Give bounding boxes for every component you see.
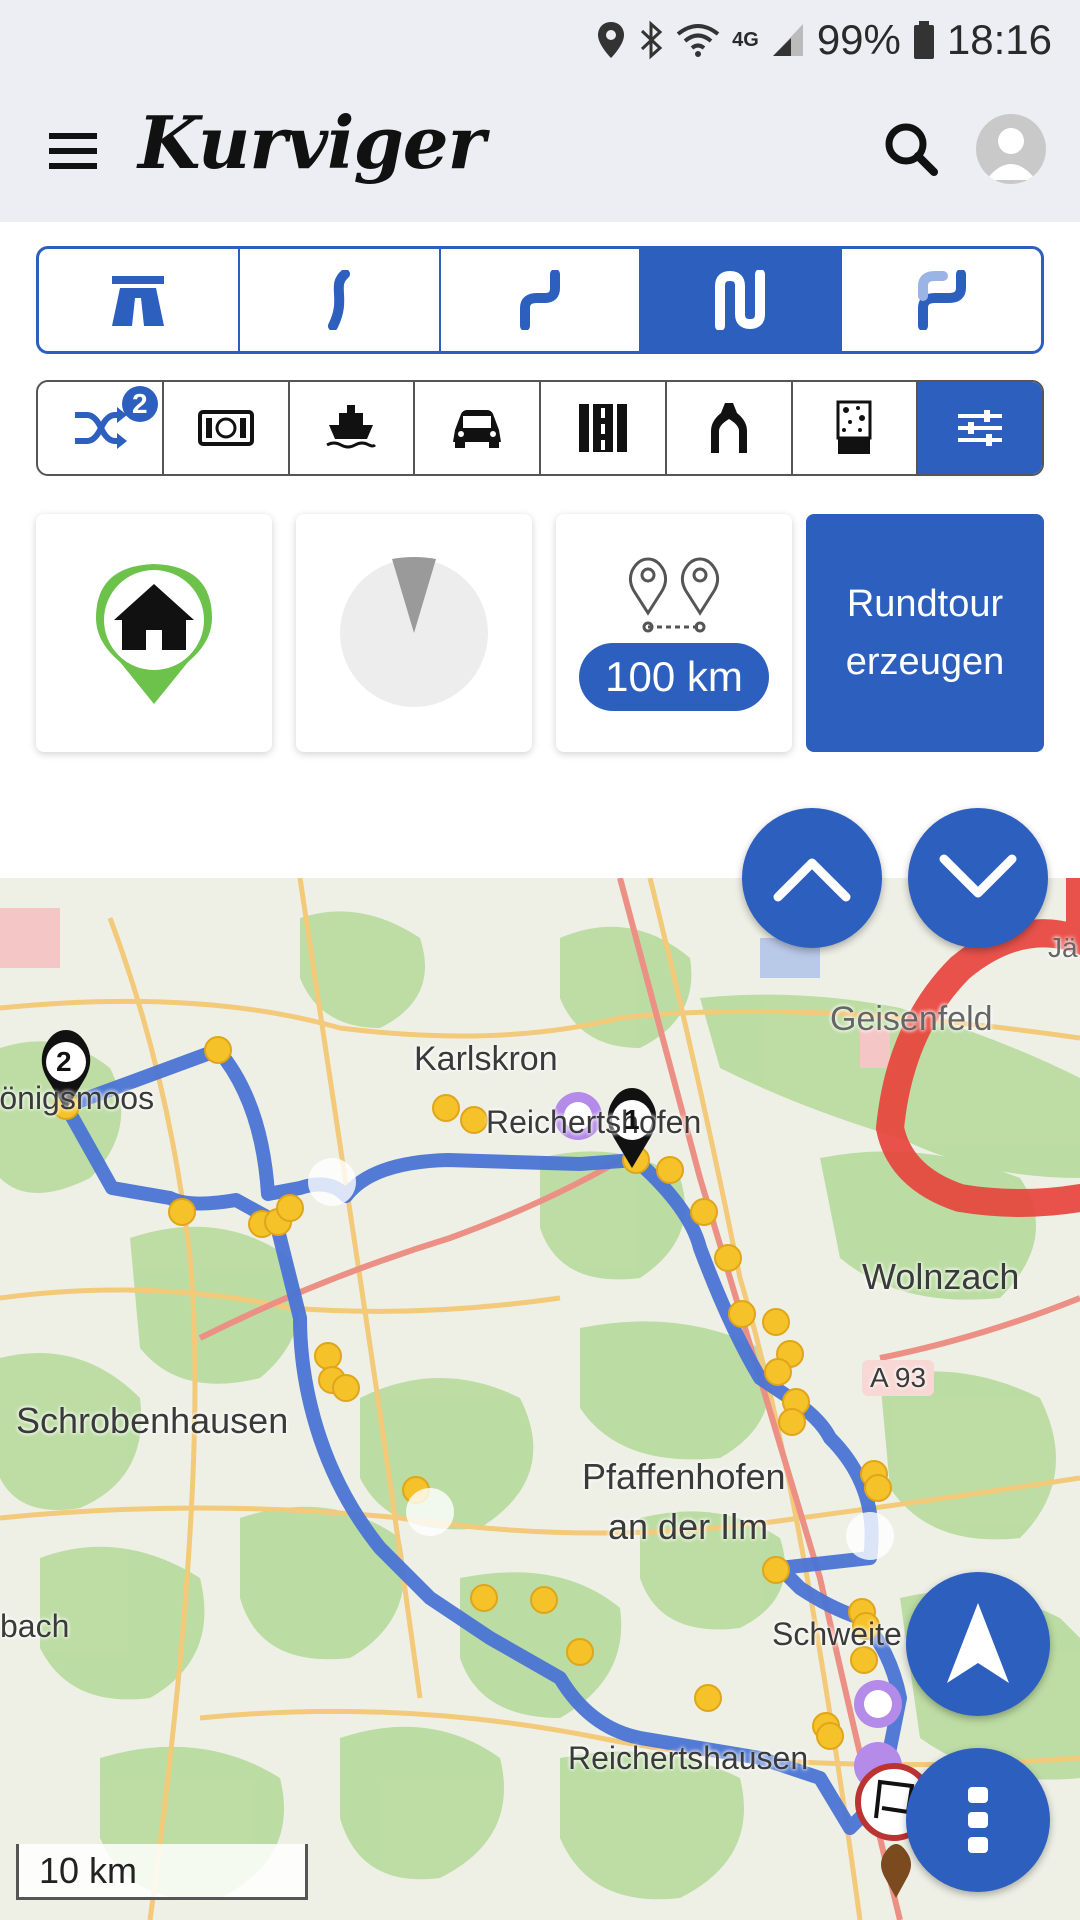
label-reichertshofen: Reichertshofen	[486, 1104, 702, 1140]
label-pfaffenhofen-2: an der Ilm	[608, 1506, 769, 1547]
shuffle-icon	[74, 407, 127, 449]
hamburger-icon	[49, 133, 97, 169]
route-options-bar: 2	[36, 380, 1044, 476]
direction-card[interactable]	[296, 514, 532, 752]
chevron-down-icon	[939, 854, 1017, 898]
search-button[interactable]	[880, 118, 950, 188]
signal-icon	[772, 24, 803, 56]
direction-pie-icon	[340, 557, 488, 707]
route-style-curvy[interactable]	[240, 249, 441, 351]
navigate-button[interactable]	[906, 1572, 1050, 1716]
collapse-up-button[interactable]	[742, 808, 882, 948]
route-style-selector	[36, 246, 1044, 354]
label-geisenfeld: Geisenfeld	[830, 1000, 993, 1038]
location-icon	[598, 22, 625, 58]
label-reichertshausen: Reichertshausen	[568, 1740, 809, 1776]
curvy-variant-road-icon	[917, 270, 966, 330]
avatar[interactable]	[976, 114, 1046, 184]
option-avoid-narrow[interactable]	[667, 382, 793, 474]
map-scale: 10 km	[16, 1844, 308, 1900]
network-type: 4G	[732, 28, 759, 51]
label-schweitenkirchen: Schweitenkirchen	[772, 1616, 904, 1652]
bluetooth-icon	[641, 20, 663, 60]
distance-pins-icon	[628, 557, 720, 633]
more-vertical-icon	[968, 1787, 988, 1853]
route-style-extra-curvy[interactable]	[441, 249, 642, 351]
option-avoid-tolls[interactable]	[164, 382, 290, 474]
label-wolnzach: Wolnzach	[862, 1256, 1020, 1297]
search-icon	[885, 123, 938, 176]
sliders-icon	[958, 410, 1003, 446]
option-avoid-gravel[interactable]	[793, 382, 919, 474]
status-bar: 4G 99% 18:16	[0, 0, 1080, 80]
route-style-curvy-variant[interactable]	[842, 249, 1041, 351]
chevron-up-icon	[773, 858, 851, 902]
option-avoid-ferries[interactable]	[290, 382, 416, 474]
battery-level: 99%	[816, 16, 901, 63]
option-avoid-unpaved[interactable]	[541, 382, 667, 474]
route-style-super-curvy[interactable]	[641, 249, 843, 351]
car-icon	[453, 410, 502, 448]
option-settings[interactable]	[918, 382, 1042, 474]
start-point-card[interactable]	[36, 514, 272, 752]
narrow-road-icon	[710, 403, 747, 453]
via-marker-1-label[interactable]: 1	[624, 1104, 640, 1136]
via-marker-2-label[interactable]: 2	[56, 1046, 72, 1078]
shuffle-count-badge: 2	[121, 386, 158, 422]
label-bach: bach	[0, 1608, 70, 1644]
curvy-road-icon	[328, 270, 351, 330]
label-jae: Jä	[1048, 932, 1078, 963]
extra-curvy-road-icon	[519, 270, 560, 330]
more-options-button[interactable]	[906, 1748, 1050, 1892]
generate-round-trip-button[interactable]: Rundtour erzeugen	[806, 514, 1044, 752]
option-shuffle[interactable]: 2	[38, 382, 164, 474]
gravel-icon	[836, 400, 872, 454]
route-style-motorway[interactable]	[39, 249, 240, 351]
clock: 18:16	[946, 16, 1052, 63]
super-curvy-road-icon	[714, 270, 765, 330]
status-icons: 4G 99% 18:16	[596, 12, 1052, 68]
wifi-icon	[676, 24, 720, 57]
menu-button[interactable]	[40, 118, 106, 184]
app-bar: Kurviger	[0, 80, 1080, 222]
user-icon	[986, 128, 1036, 180]
label-karlskron: Karlskron	[414, 1040, 558, 1078]
option-avoid-car[interactable]	[415, 382, 541, 474]
road-icon	[578, 404, 627, 452]
distance-value: 100 km	[579, 643, 769, 711]
label-a93: A 93	[862, 1360, 935, 1396]
navigation-arrow-icon	[947, 1603, 1009, 1683]
app-logo: Kurviger	[138, 100, 486, 185]
label-schrobenhausen: Schrobenhausen	[16, 1400, 289, 1441]
battery-icon	[913, 21, 934, 59]
ferry-icon	[326, 405, 377, 449]
motorway-icon	[112, 276, 165, 326]
home-pin-icon	[96, 564, 212, 704]
label-pfaffenhofen: Pfaffenhofen	[582, 1456, 786, 1497]
map-view[interactable]: Karlskron Reichertshofen Königsmoos Woln…	[0, 878, 1080, 1920]
money-icon	[197, 410, 254, 446]
expand-down-button[interactable]	[908, 808, 1048, 948]
distance-card[interactable]: 100 km	[556, 514, 792, 752]
label-koenigsmoos: Königsmoos	[0, 1080, 155, 1116]
